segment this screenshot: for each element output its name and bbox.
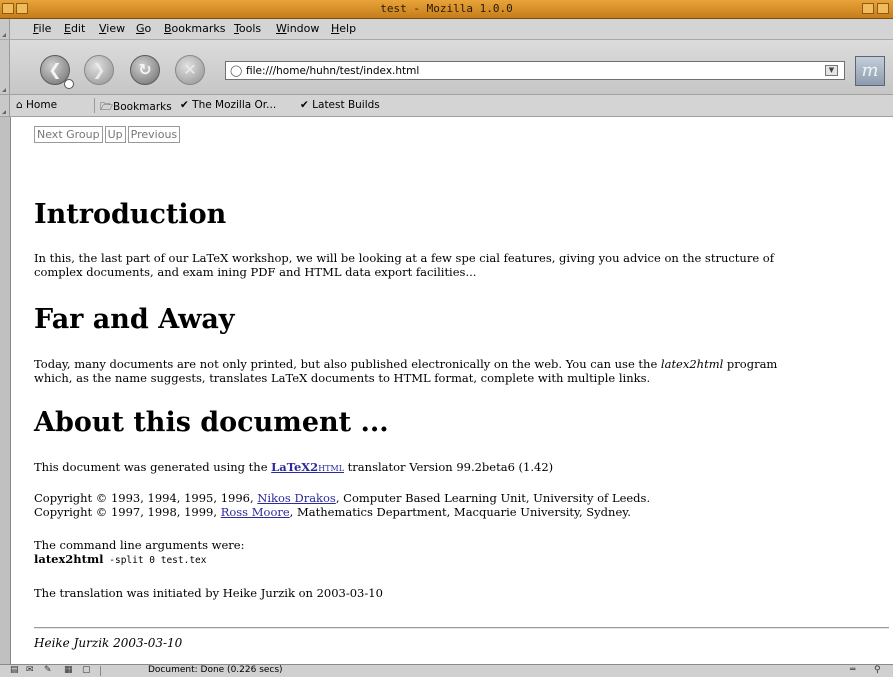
previous-link[interactable]: Previous <box>127 126 181 143</box>
bookmark-latest-builds[interactable]: ✔ Latest Builds <box>300 99 380 111</box>
home-button[interactable]: ⌂ Home <box>16 99 57 111</box>
bookmark-mozilla-org[interactable]: ✔ The Mozilla Or... <box>180 99 276 111</box>
heading-about-this-document: About this document ... <box>34 407 389 438</box>
url-bar[interactable]: ◯ ▼ <box>225 61 845 80</box>
chat-icon[interactable]: ▢ <box>82 665 91 675</box>
window-titlebar[interactable]: test - Mozilla 1.0.0 <box>0 0 893 19</box>
translation-text: The translation was initiated by Heike J… <box>34 586 383 600</box>
navigation-toolbar: ❮ ❯ ↻ ✕ ◯ ▼ m <box>0 40 893 95</box>
toolbar-separator <box>94 98 95 113</box>
composer-icon[interactable]: ✎ <box>44 665 52 675</box>
page-proxy-icon[interactable]: ◯ <box>230 64 242 77</box>
latex2html-link[interactable]: LaTeX2HTML <box>271 460 344 474</box>
content-area: Next Group Up Previous Introduction In thi… <box>10 117 893 664</box>
addressbook-icon[interactable]: ▦ <box>64 665 73 675</box>
navigator-icon[interactable]: ▤ <box>10 665 19 675</box>
forward-arrow-icon: ❯ <box>92 60 106 79</box>
sidebar-collapsed-edge[interactable] <box>0 117 10 664</box>
url-input[interactable] <box>246 63 816 78</box>
stop-button[interactable]: ✕ <box>175 55 205 85</box>
menu-tools[interactable]: Tools <box>234 22 261 35</box>
command-line-args: The command line arguments were: latex2h… <box>34 538 245 566</box>
reload-button[interactable]: ↻ <box>130 55 160 85</box>
menu-help[interactable]: Help <box>331 22 356 35</box>
bookmarks-button[interactable]: 🗁Bookmarks <box>100 99 172 117</box>
navbar-grip[interactable] <box>0 40 10 94</box>
far-and-away-text: Today, many documents are not only print… <box>34 357 778 385</box>
next-group-link[interactable]: Next Group <box>34 126 103 143</box>
folder-icon: 🗁 <box>100 101 114 113</box>
menu-window[interactable]: Window <box>276 22 319 35</box>
forward-button[interactable]: ❯ <box>84 55 114 85</box>
bookmark-icon: ✔ <box>300 99 309 111</box>
window-minimize-button[interactable] <box>862 3 874 14</box>
online-status-icon[interactable]: ═ <box>850 665 855 675</box>
menubar: File Edit View Go Bookmarks Tools Window… <box>0 19 893 40</box>
window-maximize-button[interactable] <box>877 3 889 14</box>
latex2html-navigation: Next Group Up Previous <box>34 126 182 143</box>
mail-icon[interactable]: ✉ <box>26 665 34 675</box>
introduction-text: In this, the last part of our LaTeX work… <box>34 251 774 279</box>
nikos-drakos-link[interactable]: Nikos Drakos <box>257 491 336 505</box>
security-lock-icon[interactable]: ⚲ <box>874 665 881 675</box>
bookmark-icon: ✔ <box>180 99 189 111</box>
mozilla-throbber-icon[interactable]: m <box>855 56 885 86</box>
heading-introduction: Introduction <box>34 199 227 230</box>
copyright-text: Copyright © 1993, 1994, 1995, 1996, Niko… <box>34 491 651 519</box>
reload-icon: ↻ <box>138 60 152 79</box>
menu-bookmarks[interactable]: Bookmarks <box>164 22 225 35</box>
url-history-dropdown-icon[interactable]: ▼ <box>825 65 838 76</box>
stop-icon: ✕ <box>183 60 197 79</box>
up-link[interactable]: Up <box>104 126 126 143</box>
menu-view[interactable]: View <box>99 22 125 35</box>
heading-far-and-away: Far and Away <box>34 304 235 335</box>
personal-toolbar-grip[interactable] <box>0 95 10 116</box>
window-title: test - Mozilla 1.0.0 <box>380 2 513 15</box>
back-history-dropdown-icon[interactable] <box>64 79 74 89</box>
status-text: Document: Done (0.226 secs) <box>148 665 283 675</box>
home-icon: ⌂ <box>16 99 23 111</box>
menu-go[interactable]: Go <box>136 22 151 35</box>
horizontal-rule <box>34 627 889 629</box>
status-separator <box>100 666 101 676</box>
status-bar: ▤ ✉ ✎ ▦ ▢ Document: Done (0.226 secs) ═ … <box>0 664 893 677</box>
ross-moore-link[interactable]: Ross Moore <box>221 505 290 519</box>
personal-toolbar: ⌂ Home 🗁Bookmarks ✔ The Mozilla Or... ✔ … <box>0 95 893 117</box>
generated-text: This document was generated using the La… <box>34 460 554 474</box>
menu-file[interactable]: File <box>33 22 51 35</box>
menubar-grip[interactable] <box>0 19 10 39</box>
menu-edit[interactable]: Edit <box>64 22 85 35</box>
back-arrow-icon: ❮ <box>48 60 62 79</box>
page-address: Heike Jurzik 2003-03-10 <box>34 636 183 650</box>
